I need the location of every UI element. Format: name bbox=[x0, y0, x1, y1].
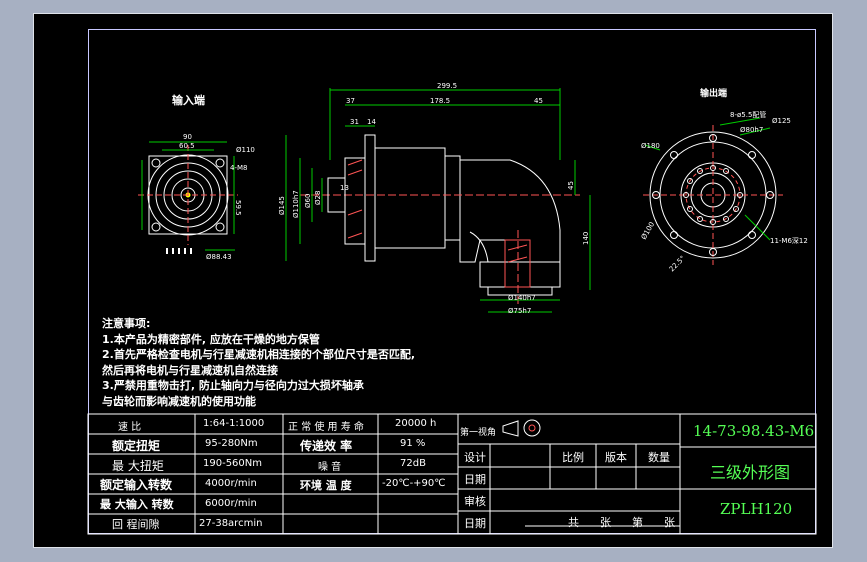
spec-label-2: 噪 音 bbox=[318, 462, 342, 473]
spec-label-2: 传递效 率 bbox=[300, 439, 353, 453]
projection-symbol bbox=[502, 419, 541, 437]
side-view-dims: 299.5 37 178.5 45 31 14 Ø145 Ø110h7 Ø60 … bbox=[278, 82, 590, 315]
spec-value: 190-560Nm bbox=[203, 458, 263, 469]
dim-45: 45 bbox=[534, 97, 543, 105]
spec-value: 95-280Nm bbox=[205, 438, 258, 449]
output-end-dims: 8-ø5.5配管 Ø125 Ø80h7 Ø180 11-M6深12 22.5° … bbox=[640, 110, 808, 273]
dim-178-5: 178.5 bbox=[430, 97, 450, 105]
input-end-title: 输入端 bbox=[172, 93, 205, 107]
quantity-label: 数量 bbox=[648, 451, 670, 464]
spec-label: 额定扭矩 bbox=[112, 439, 161, 453]
dim-4-m8: 4-M8 bbox=[230, 164, 247, 172]
dim-dia80: Ø80h7 bbox=[740, 126, 763, 134]
spec-label: 速 比 bbox=[118, 422, 142, 433]
dim-dia145: Ø145 bbox=[278, 196, 286, 215]
projection-label: 第一视角 bbox=[460, 428, 497, 438]
sheets-label: 张 bbox=[600, 516, 611, 529]
dim-dia100: Ø100 bbox=[640, 221, 656, 241]
dim-60-5: 60.5 bbox=[179, 142, 195, 150]
spec-label-2: 正 常 使 用 寿 命 bbox=[288, 422, 364, 433]
dim-dia28: Ø28 bbox=[314, 191, 322, 205]
dim-22-5: 22.5° bbox=[668, 254, 687, 273]
notes-line: 与齿轮而影响减速机的使用功能 bbox=[102, 394, 256, 408]
notes-block: 注意事项: 1.本产品为精密部件, 应放在干燥的地方保管 2.首先严格检查电机与… bbox=[102, 316, 415, 409]
spec-value: 1:64-1:1000 bbox=[203, 418, 265, 429]
drawing-name: 三级外形图 bbox=[710, 463, 791, 482]
spec-value: 27-38arcmin bbox=[199, 518, 263, 529]
model-number: ZPLH120 bbox=[720, 500, 793, 518]
date-label-2: 日期 bbox=[464, 517, 486, 530]
dim-31: 31 bbox=[350, 118, 359, 126]
notes-line: 2.首先严格检查电机与行星减速机相连接的个部位尺寸是否匹配, bbox=[102, 348, 416, 361]
design-label: 设计 bbox=[464, 451, 486, 464]
dim-dia125: Ø125 bbox=[772, 117, 791, 125]
drawing-number: 14-73-98.43-M6 bbox=[693, 422, 815, 440]
dim-11-m6: 11-M6深12 bbox=[770, 236, 808, 245]
dim-37: 37 bbox=[346, 97, 355, 105]
no-label: 第 bbox=[632, 516, 643, 529]
spec-label: 额定输入转数 bbox=[100, 478, 173, 492]
notes-line: 注意事项: bbox=[102, 317, 151, 330]
dim-8-phi5: 8-ø5.5配管 bbox=[730, 110, 766, 119]
spec-value: 6000r/min bbox=[205, 498, 257, 509]
spec-value-2: 20000 h bbox=[395, 418, 437, 429]
sheet-label: 张 bbox=[664, 516, 675, 529]
spec-value-2: 91 % bbox=[400, 438, 426, 449]
dim-dia110-left: Ø110 bbox=[236, 146, 255, 154]
spec-label: 最 大扭矩 bbox=[112, 459, 164, 473]
spec-value-2: -20℃-+90℃ bbox=[382, 478, 446, 489]
output-end-view bbox=[643, 117, 783, 265]
total-label: 共 bbox=[568, 516, 579, 529]
spec-label: 最 大输入 转数 bbox=[100, 498, 174, 511]
version-label: 版本 bbox=[605, 451, 627, 464]
dim-dia75h7: Ø75h7 bbox=[508, 307, 531, 315]
dim-90: 90 bbox=[183, 133, 192, 141]
notes-line: 1.本产品为精密部件, 应放在干燥的地方保管 bbox=[102, 332, 320, 346]
dim-dia140h7: Ø140h7 bbox=[508, 294, 536, 302]
dim-88-43: Ø88.43 bbox=[206, 253, 232, 261]
dim-mid-45: 45 bbox=[567, 181, 575, 190]
input-end-view bbox=[138, 141, 238, 254]
notes-line: 然后再将电机与行星减速机自然连接 bbox=[102, 363, 278, 377]
dim-13: 13 bbox=[340, 184, 349, 192]
dim-overall: 299.5 bbox=[437, 82, 457, 90]
output-end-title: 输出端 bbox=[700, 87, 727, 99]
dim-dia110: Ø110h7 bbox=[292, 190, 300, 218]
dim-dia180: Ø180 bbox=[641, 142, 660, 150]
scale-label: 比例 bbox=[562, 451, 584, 464]
spec-label-2: 环境 温 度 bbox=[300, 479, 352, 492]
spec-value-2: 72dB bbox=[400, 458, 426, 469]
dim-59-5: 59.5 bbox=[234, 200, 242, 216]
audit-label: 审核 bbox=[464, 495, 486, 508]
spec-label: 回 程间隙 bbox=[112, 518, 160, 531]
notes-line: 3.严禁用重物击打, 防止轴向力与径向力过大损坏轴承 bbox=[102, 379, 364, 392]
date-label-1: 日期 bbox=[464, 473, 486, 486]
dim-14: 14 bbox=[367, 118, 376, 126]
dim-dia60: Ø60 bbox=[304, 194, 312, 208]
spec-value: 4000r/min bbox=[205, 478, 257, 489]
side-view bbox=[285, 88, 591, 313]
dim-140: 140 bbox=[582, 232, 590, 245]
input-end-dims: 90 60.5 Ø110 4-M8 59.5 Ø88.43 bbox=[179, 133, 255, 261]
